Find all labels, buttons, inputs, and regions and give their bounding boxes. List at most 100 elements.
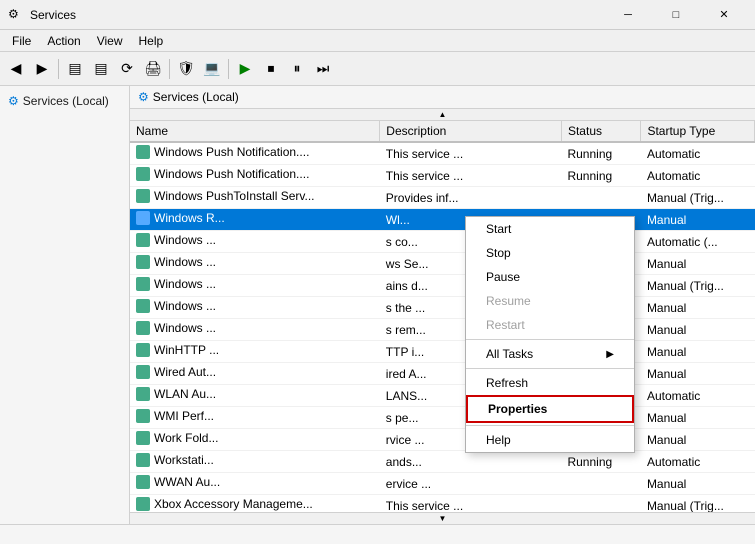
table-row[interactable]: Windows ...s the ...Manual [130, 297, 755, 319]
ctx-stop[interactable]: Stop [466, 241, 634, 265]
col-startup[interactable]: Startup Type [641, 121, 755, 142]
toolbar-separator-3 [228, 59, 229, 79]
cell-startup: Manual [641, 209, 755, 231]
minimize-button[interactable]: ─ [605, 0, 651, 30]
service-icon [136, 189, 150, 203]
cell-name: Windows Push Notification.... [130, 142, 380, 165]
menu-action[interactable]: Action [39, 30, 88, 51]
ctx-start[interactable]: Start [466, 217, 634, 241]
table-row[interactable]: Workstati...ands...RunningAutomatic [130, 451, 755, 473]
panel-header-icon: ⚙ [138, 90, 149, 104]
ctx-help[interactable]: Help [466, 428, 634, 452]
computer-button[interactable]: 💻 [200, 57, 224, 81]
service-icon [136, 431, 150, 445]
maximize-button[interactable]: □ [653, 0, 699, 30]
cell-status [561, 473, 640, 495]
menu-view[interactable]: View [89, 30, 131, 51]
table-row[interactable]: Xbox Accessory Manageme...This service .… [130, 495, 755, 513]
stop-service-button[interactable]: ⏹ [259, 57, 283, 81]
services-table[interactable]: Name Description Status Startup Type Win… [130, 121, 755, 512]
export-button[interactable]: 🛡 [174, 57, 198, 81]
table-row[interactable]: Windows R...Wl...Manual [130, 209, 755, 231]
cell-startup: Manual (Trig... [641, 495, 755, 513]
table-row[interactable]: Windows ...s rem...Manual [130, 319, 755, 341]
ctx-all-tasks[interactable]: All Tasks ▶ [466, 342, 634, 366]
table-row[interactable]: WMI Perf...s pe...Manual [130, 407, 755, 429]
back-button[interactable]: ◀ [4, 57, 28, 81]
table-row[interactable]: WLAN Au...LANS...RunningAutomatic [130, 385, 755, 407]
cell-name: Windows Push Notification.... [130, 165, 380, 187]
service-icon [136, 365, 150, 379]
cell-name: Workstati... [130, 451, 380, 473]
cell-name: WWAN Au... [130, 473, 380, 495]
toolbar: ◀ ▶ ▤ ▤ ⟳ 🖨 🛡 💻 ▶ ⏹ ⏸ ⏭ [0, 52, 755, 86]
ctx-separator-1 [466, 339, 634, 340]
table-row[interactable]: Windows ...s co...RunningAutomatic (... [130, 231, 755, 253]
cell-description: ands... [380, 451, 562, 473]
table-row[interactable]: Windows PushToInstall Serv...Provides in… [130, 187, 755, 209]
forward-button[interactable]: ▶ [30, 57, 54, 81]
ctx-refresh[interactable]: Refresh [466, 371, 634, 395]
app-icon: ⚙ [8, 7, 24, 23]
print-button[interactable]: 🖨 [141, 57, 165, 81]
cell-status: Running [561, 451, 640, 473]
cell-startup: Manual [641, 363, 755, 385]
cell-name: Windows ... [130, 319, 380, 341]
service-icon [136, 211, 150, 225]
service-icon [136, 453, 150, 467]
toolbar-separator-2 [169, 59, 170, 79]
ctx-separator-3 [466, 425, 634, 426]
table-row[interactable]: Wired Aut...ired A...Manual [130, 363, 755, 385]
ctx-restart[interactable]: Restart [466, 313, 634, 337]
cell-name: WMI Perf... [130, 407, 380, 429]
col-name[interactable]: Name [130, 121, 380, 142]
scroll-down-indicator[interactable]: ▼ [130, 512, 755, 524]
right-panel: ⚙ Services (Local) ▲ Name Description St… [130, 86, 755, 524]
service-icon [136, 145, 150, 159]
show-hide-button[interactable]: ▤ [63, 57, 87, 81]
table-row[interactable]: Windows ...ws Se...RunningManual [130, 253, 755, 275]
window-controls: ─ □ ✕ [605, 0, 747, 30]
cell-description: This service ... [380, 142, 562, 165]
table-row[interactable]: WWAN Au...ervice ... Manual [130, 473, 755, 495]
cell-name: WLAN Au... [130, 385, 380, 407]
ctx-pause[interactable]: Pause [466, 265, 634, 289]
title-bar: ⚙ Services ─ □ ✕ [0, 0, 755, 30]
cell-startup: Manual (Trig... [641, 275, 755, 297]
menu-bar: File Action View Help [0, 30, 755, 52]
pause-service-button[interactable]: ⏸ [285, 57, 309, 81]
service-icon [136, 409, 150, 423]
table-row[interactable]: Work Fold...rvice ...Manual [130, 429, 755, 451]
cell-status: Running [561, 165, 640, 187]
service-icon [136, 255, 150, 269]
cell-description: This service ... [380, 495, 562, 513]
toolbar-separator-1 [58, 59, 59, 79]
ctx-properties[interactable]: Properties [466, 395, 634, 423]
cell-name: Windows ... [130, 275, 380, 297]
table-row[interactable]: Windows Push Notification....This servic… [130, 165, 755, 187]
table-row[interactable]: Windows ...ains d...Manual (Trig... [130, 275, 755, 297]
table-row[interactable]: WinHTTP ...TTP i...RunningManual [130, 341, 755, 363]
cell-startup: Manual (Trig... [641, 187, 755, 209]
start-service-button[interactable]: ▶ [233, 57, 257, 81]
table-row[interactable]: Windows Push Notification....This servic… [130, 142, 755, 165]
close-button[interactable]: ✕ [701, 0, 747, 30]
service-icon [136, 167, 150, 181]
col-description[interactable]: Description [380, 121, 562, 142]
panel-header-title: Services (Local) [153, 90, 239, 104]
cell-description: ervice ... [380, 473, 562, 495]
restart-service-button[interactable]: ⏭ [311, 57, 335, 81]
cell-status [561, 495, 640, 513]
col-status[interactable]: Status [561, 121, 640, 142]
refresh-button[interactable]: ⟳ [115, 57, 139, 81]
cell-description: Provides inf... [380, 187, 562, 209]
list-button[interactable]: ▤ [89, 57, 113, 81]
cell-startup: Manual [641, 473, 755, 495]
scroll-up-indicator[interactable]: ▲ [130, 109, 755, 121]
ctx-resume[interactable]: Resume [466, 289, 634, 313]
menu-file[interactable]: File [4, 30, 39, 51]
service-icon [136, 277, 150, 291]
cell-startup: Manual [641, 297, 755, 319]
menu-help[interactable]: Help [131, 30, 172, 51]
cell-name: Windows R... [130, 209, 380, 231]
